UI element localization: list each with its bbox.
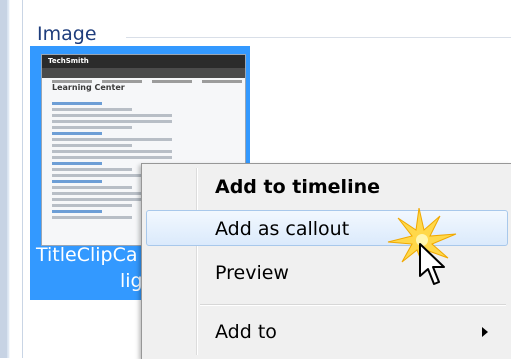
menu-item-label: Add to timeline xyxy=(215,176,380,198)
arrow-cursor-icon xyxy=(419,243,445,285)
thumbnail-nav-bar xyxy=(42,68,245,83)
left-panel-edge xyxy=(0,0,23,358)
thumbnail-header-bar: TechSmith xyxy=(42,55,245,68)
menu-item-label: Add as callout xyxy=(215,218,350,240)
menu-item-add-to[interactable]: Add to xyxy=(146,314,508,350)
left-panel-stripe xyxy=(0,0,7,358)
group-divider xyxy=(126,37,511,38)
menu-item-label: Preview xyxy=(215,262,289,284)
group-title-image: Image xyxy=(37,23,97,45)
thumbnail-logo: TechSmith xyxy=(48,57,89,65)
menu-item-add-to-timeline[interactable]: Add to timeline xyxy=(146,169,508,205)
submenu-arrow-icon xyxy=(482,327,488,337)
menu-item-label: Add to xyxy=(215,321,277,343)
thumbnail-heading: Learning Center xyxy=(52,83,125,92)
cursor-overlay xyxy=(384,207,464,298)
